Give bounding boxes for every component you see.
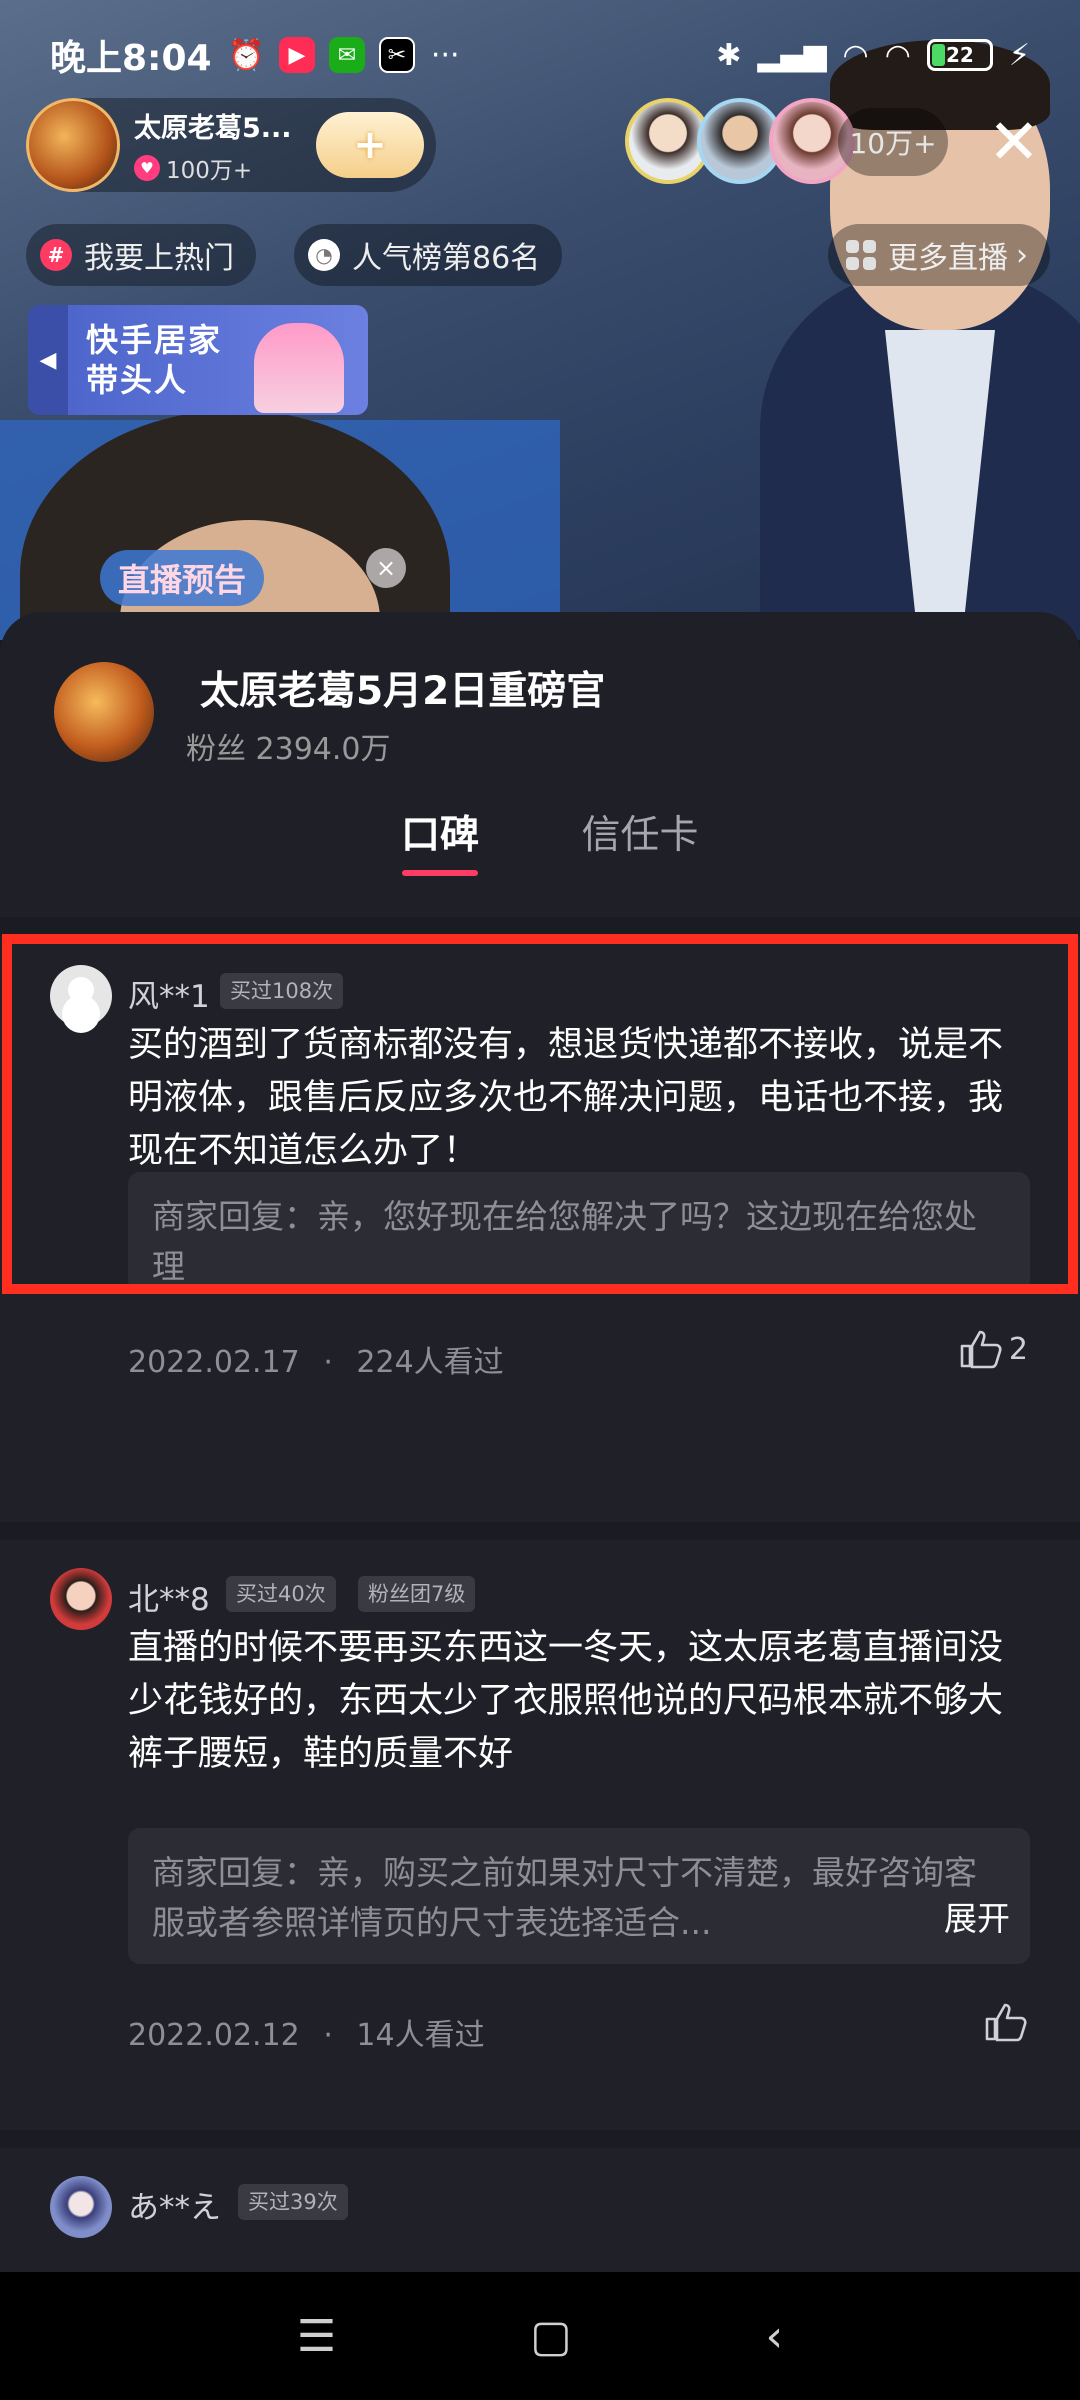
shop-fans: 粉丝 2394.0万 <box>186 732 391 767</box>
review-item: あ**え 买过39次 <box>0 2148 1080 2272</box>
chevron-right-icon: › <box>1016 237 1028 273</box>
fan-level-badge: 粉丝团7级 <box>358 1576 476 1612</box>
sheet-header: 太原老葛5月2日重磅官 粉丝 2394.0万 口碑 信任卡 <box>0 612 1080 917</box>
back-icon[interactable]: ‹ <box>765 2311 783 2362</box>
live-preview-badge[interactable]: 直播预告 <box>100 550 265 606</box>
app-notification-icon: ▶ <box>278 37 315 73</box>
merchant-reply-text: 商家回复：亲，购买之前如果对尺寸不清楚，最好咨询客服或者参照详情页的尺寸表选择适… <box>152 1853 977 1942</box>
expand-button[interactable]: 展开 <box>938 1894 1010 1944</box>
tab-bar: 口碑 信任卡 <box>340 806 740 896</box>
meta-separator: · <box>323 1345 333 1380</box>
like-button[interactable]: 2 <box>959 1329 1028 1369</box>
review-date: 2022.02.17 <box>128 1345 300 1380</box>
review-views: 224人看过 <box>356 1345 504 1380</box>
shop-name: 太原老葛5月2日重磅官 <box>200 669 606 714</box>
wechat-icon: ✉ <box>328 37 365 73</box>
battery-icon: 22 <box>926 39 993 71</box>
alarm-icon: ⏰ <box>227 37 265 73</box>
review-item: 北**8 买过40次 粉丝团7级 直播的时候不要再买东西这一冬天，这太原老葛直播… <box>0 1540 1080 2130</box>
rank-tag-button[interactable]: ◔ 人气榜第86名 <box>294 224 563 286</box>
thumbs-up-icon <box>985 2003 1027 2042</box>
follow-button[interactable]: + <box>316 112 424 178</box>
hashtag-icon: # <box>40 239 72 271</box>
system-nav-bar: ☰ ▢ ‹ <box>0 2272 1080 2400</box>
tab-trust-card[interactable]: 信任卡 <box>540 806 740 896</box>
streamer-likes: ♥ 100万+ <box>134 151 292 185</box>
review-date: 2022.02.12 <box>128 2018 300 2053</box>
status-icons: ✱ ▂▄▆ ◠ ◠ 22 ⚡ <box>716 38 1030 73</box>
meta-separator: · <box>323 2018 333 2053</box>
battery-level: 22 <box>946 43 974 67</box>
wifi-icon: ◠ <box>842 37 869 73</box>
highlight-box <box>2 934 1078 1294</box>
streamer-avatar[interactable] <box>26 98 120 192</box>
reviewer-nickname: あ**え <box>128 2190 221 2226</box>
like-count: 2 <box>1008 1331 1028 1367</box>
review-sheet: 太原老葛5月2日重磅官 粉丝 2394.0万 口碑 信任卡 风**1 买过108… <box>0 612 1080 2272</box>
bluetooth-icon: ✱ <box>716 37 742 73</box>
menu-icon[interactable]: ☰ <box>297 2311 336 2362</box>
like-button[interactable] <box>984 2002 1028 2042</box>
capcut-icon: ✂ <box>378 37 415 73</box>
wifi-icon-2: ◠ <box>884 37 911 73</box>
signal-icon: ▂▄▆ <box>757 37 827 73</box>
reviewer-avatar[interactable] <box>50 1568 112 1630</box>
close-icon[interactable]: ✕ <box>988 104 1040 180</box>
purchase-count-badge: 买过39次 <box>238 2184 348 2220</box>
streamer-info-pill[interactable]: 太原老葛5... ♥ 100万+ + <box>26 98 436 192</box>
charging-icon: ⚡ <box>1008 37 1030 73</box>
reviewer-nickname: 北**8 <box>128 1582 210 1618</box>
chevron-left-icon[interactable]: ◀ <box>28 305 68 415</box>
status-bar: 晚上8:04 ⏰ ▶ ✉ ✂ ··· ✱ ▂▄▆ ◠ ◠ 22 ⚡ <box>0 0 1080 110</box>
top-viewers[interactable] <box>625 98 855 184</box>
review-meta: 2022.02.17 · 224人看过 <box>128 1337 504 1381</box>
hot-tag-label: 我要上热门 <box>84 241 234 276</box>
rank-icon: ◔ <box>308 239 340 271</box>
banner-line1: 快手居家 <box>86 321 223 359</box>
banner-line2: 带头人 <box>86 361 189 399</box>
more-live-button[interactable]: 更多直播 › <box>828 224 1050 286</box>
thumbs-up-icon <box>960 1330 1002 1369</box>
viewer-count[interactable]: 10万+ <box>838 108 948 176</box>
hot-tag-button[interactable]: # 我要上热门 <box>26 224 256 286</box>
review-views: 14人看过 <box>356 2018 485 2053</box>
merchant-reply[interactable]: 商家回复：亲，购买之前如果对尺寸不清楚，最好咨询客服或者参照详情页的尺寸表选择适… <box>128 1828 1030 1964</box>
more-notifications-icon: ··· <box>430 37 460 73</box>
purchase-count-badge: 买过40次 <box>226 1576 336 1612</box>
status-time: 晚上8:04 <box>50 38 212 79</box>
preview-close-icon[interactable]: × <box>366 548 406 588</box>
review-content: 直播的时候不要再买东西这一冬天，这太原老葛直播间没少花钱好的，东西太少了衣服照他… <box>128 1628 1004 1774</box>
reviewer-avatar[interactable] <box>50 2176 112 2238</box>
more-live-label: 更多直播 <box>888 241 1008 276</box>
review-meta: 2022.02.12 · 14人看过 <box>128 2010 485 2054</box>
rank-tag-label: 人气榜第86名 <box>352 241 541 276</box>
banner-figure <box>254 323 344 413</box>
tab-reputation[interactable]: 口碑 <box>340 806 540 896</box>
heart-icon: ♥ <box>134 154 160 181</box>
banner-text: 快手居家 带头人 <box>86 320 222 400</box>
home-icon[interactable]: ▢ <box>530 2311 572 2362</box>
shop-avatar[interactable] <box>54 662 154 762</box>
activity-banner[interactable]: ◀ 快手居家 带头人 <box>28 305 368 415</box>
likes-count: 100万+ <box>166 157 253 184</box>
streamer-name: 太原老葛5... <box>134 112 292 144</box>
grid-icon <box>846 240 876 270</box>
streamer-text: 太原老葛5... ♥ 100万+ <box>134 106 292 185</box>
